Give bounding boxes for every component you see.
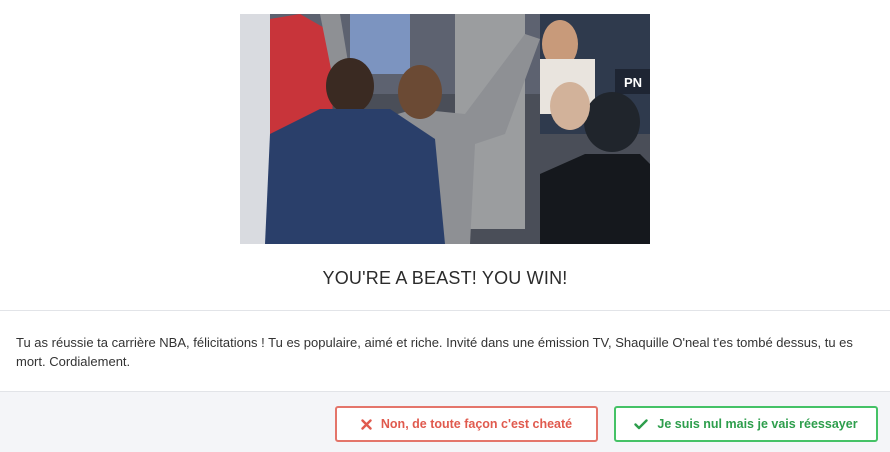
close-icon [361, 418, 372, 430]
celebration-gif: PN [240, 14, 650, 244]
divider [0, 310, 890, 311]
result-modal: PN YOU'RE A BEAST! YOU WIN! Tu as réussi… [0, 0, 890, 452]
modal-footer: Non, de toute façon c'est cheaté Je suis… [0, 391, 890, 452]
cheated-button[interactable]: Non, de toute façon c'est cheaté [335, 406, 598, 442]
modal-message: Tu as réussie ta carrière NBA, félicitat… [16, 335, 853, 369]
retry-button[interactable]: Je suis nul mais je vais réessayer [614, 406, 878, 442]
retry-button-label: Je suis nul mais je vais réessayer [657, 417, 858, 431]
cheated-button-label: Non, de toute façon c'est cheaté [380, 417, 573, 431]
check-icon [634, 418, 649, 430]
modal-title: YOU'RE A BEAST! YOU WIN! [322, 268, 568, 288]
banner-text: PN [624, 75, 642, 90]
